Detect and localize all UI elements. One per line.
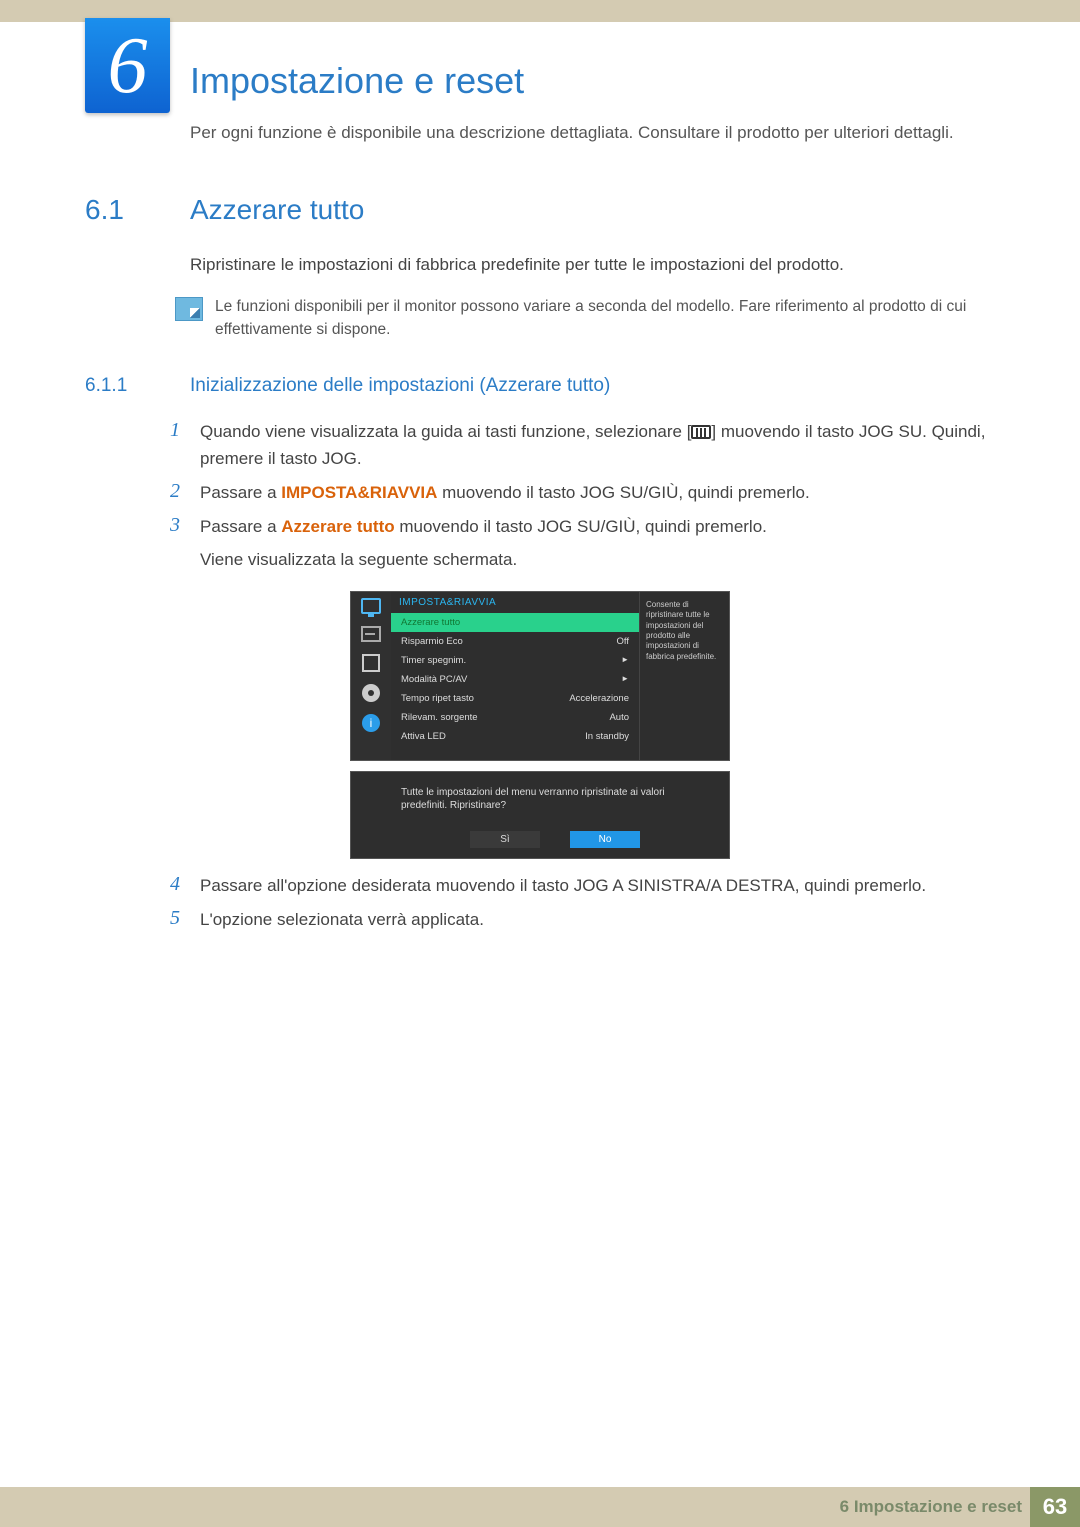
osd-row: Attiva LEDIn standby	[391, 727, 639, 746]
subsection-number: 6.1.1	[85, 375, 190, 397]
step-3: 3 Passare a Azzerare tutto muovendo il t…	[170, 514, 995, 573]
subsection-heading: 6.1.1 Inizializzazione delle impostazion…	[85, 375, 995, 397]
osd-yes-button: Sì	[470, 831, 540, 848]
step-num-4: 4	[170, 873, 200, 899]
osd-row: Rilevam. sorgenteAuto	[391, 708, 639, 727]
step-3-body: Passare a Azzerare tutto muovendo il tas…	[200, 514, 767, 573]
step-4-body: Passare all'opzione desiderata muovendo …	[200, 873, 926, 899]
osd-row-selected: Azzerare tutto	[391, 613, 639, 632]
osd-header: IMPOSTA&RIAVVIA	[391, 592, 639, 613]
step-1-body: Quando viene visualizzata la guida ai ta…	[200, 419, 995, 472]
section-intro: Ripristinare le impostazioni di fabbrica…	[190, 252, 995, 278]
note-icon	[175, 297, 203, 321]
monitor-icon	[361, 598, 381, 614]
step-num-3: 3	[170, 514, 200, 573]
info-icon: i	[362, 714, 380, 732]
step-5: 5 L'opzione selezionata verrà applicata.	[170, 907, 995, 933]
subsection-title: Inizializzazione delle impostazioni (Azz…	[190, 375, 610, 397]
osd-screenshot: i IMPOSTA&RIAVVIA Azzerare tutto Risparm…	[350, 591, 730, 859]
chapter-number: 6	[108, 26, 148, 106]
footer-page-number: 63	[1030, 1487, 1080, 1527]
osd-no-button: No	[570, 831, 640, 848]
step-2-body: Passare a IMPOSTA&RIAVVIA muovendo il ta…	[200, 480, 810, 506]
section-number: 6.1	[85, 194, 190, 226]
menu-icon	[691, 425, 711, 439]
osd-row: Timer spegnim.►	[391, 651, 639, 670]
section-heading: 6.1 Azzerare tutto	[85, 194, 995, 226]
resize-icon	[362, 654, 380, 672]
osd-row: Modalità PC/AV►	[391, 670, 639, 689]
note-block: Le funzioni disponibili per il monitor p…	[175, 295, 995, 342]
step-2: 2 Passare a IMPOSTA&RIAVVIA muovendo il …	[170, 480, 995, 506]
page-content: Impostazione e reset Per ogni funzione è…	[0, 22, 1080, 934]
picture-icon	[361, 626, 381, 642]
page-footer: 6 Impostazione e reset 63	[0, 1487, 1080, 1527]
page-title: Impostazione e reset	[190, 60, 995, 102]
gear-icon	[362, 684, 380, 702]
note-text: Le funzioni disponibili per il monitor p…	[215, 295, 995, 342]
osd-main-menu: i IMPOSTA&RIAVVIA Azzerare tutto Risparm…	[350, 591, 730, 761]
footer-chapter-label: 6 Impostazione e reset	[840, 1497, 1022, 1517]
step-num-1: 1	[170, 419, 200, 472]
chapter-badge: 6	[85, 18, 170, 113]
osd-confirm-dialog: Tutte le impostazioni del menu verranno …	[350, 771, 730, 859]
step-num-2: 2	[170, 480, 200, 506]
step-4: 4 Passare all'opzione desiderata muovend…	[170, 873, 995, 899]
osd-confirm-message: Tutte le impostazioni del menu verranno …	[401, 786, 709, 813]
osd-description: Consente di ripristinare tutte le impost…	[639, 592, 729, 760]
section-title: Azzerare tutto	[190, 194, 364, 226]
intro-text: Per ogni funzione è disponibile una desc…	[190, 120, 995, 146]
osd-sidebar: i	[351, 592, 391, 760]
step-1: 1 Quando viene visualizzata la guida ai …	[170, 419, 995, 472]
osd-row: Risparmio EcoOff	[391, 632, 639, 651]
step-5-body: L'opzione selezionata verrà applicata.	[200, 907, 484, 933]
step-num-5: 5	[170, 907, 200, 933]
osd-menu-body: IMPOSTA&RIAVVIA Azzerare tutto Risparmio…	[391, 592, 729, 760]
osd-confirm-buttons: Sì No	[401, 831, 709, 848]
osd-row: Tempo ripet tastoAccelerazione	[391, 689, 639, 708]
osd-list: IMPOSTA&RIAVVIA Azzerare tutto Risparmio…	[391, 592, 639, 760]
